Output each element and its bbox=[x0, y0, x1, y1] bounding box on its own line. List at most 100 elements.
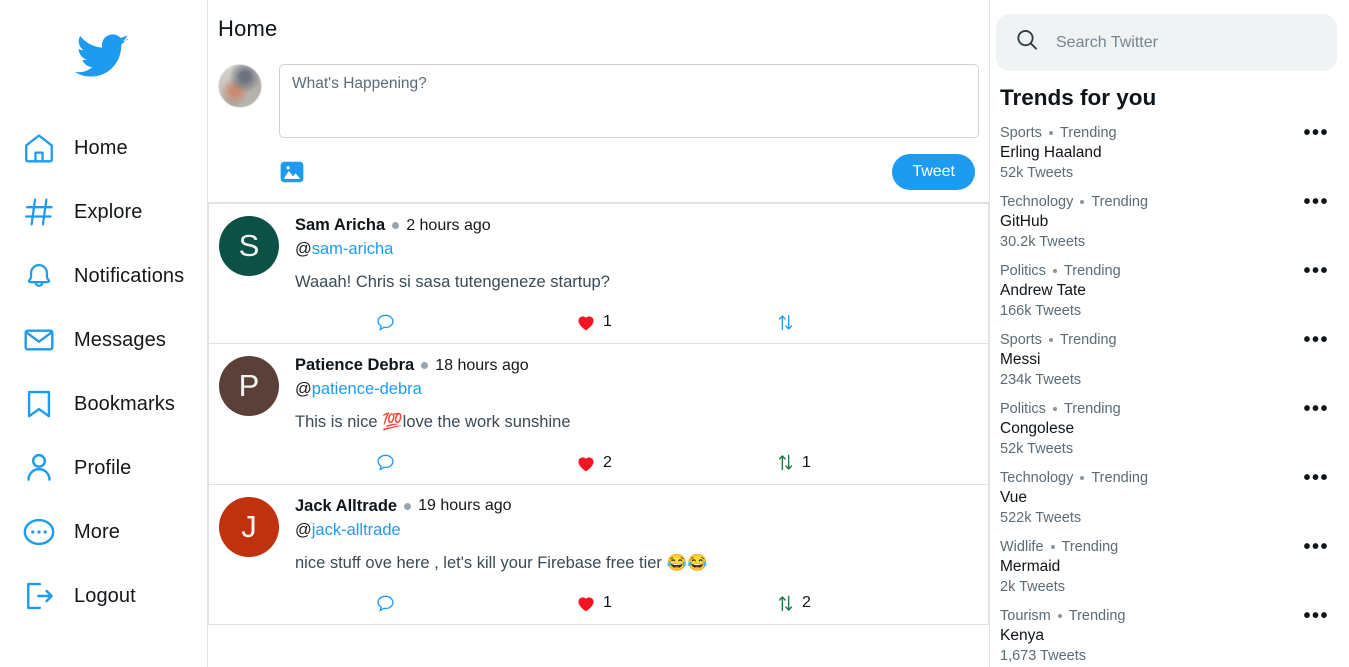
tweet-author-name[interactable]: Patience Debra bbox=[295, 356, 414, 375]
like-button[interactable]: 1 bbox=[575, 592, 775, 614]
trend-item[interactable]: Politics Trending Congolese 52k Tweets •… bbox=[996, 397, 1337, 466]
like-count: 1 bbox=[603, 313, 612, 331]
avatar[interactable]: J bbox=[219, 496, 279, 557]
avatar-initial: J bbox=[241, 508, 257, 544]
sidebar-item-explore[interactable]: Explore bbox=[0, 180, 207, 244]
tweet-handle: @sam-aricha bbox=[295, 240, 978, 259]
trend-item[interactable]: Tourism Trending Kenya 1,673 Tweets ••• bbox=[996, 604, 1337, 667]
trend-count: 522k Tweets bbox=[1000, 510, 1082, 526]
more-options-icon[interactable]: ••• bbox=[1303, 606, 1329, 626]
separator-dot-icon bbox=[1080, 476, 1085, 480]
retweet-icon bbox=[778, 455, 793, 471]
current-user-avatar[interactable] bbox=[218, 64, 262, 108]
trend-meta: Widlife Trending bbox=[1000, 539, 1307, 555]
more-options-icon[interactable]: ••• bbox=[1303, 123, 1329, 143]
trend-item[interactable]: Sports Trending Erling Haaland 52k Tweet… bbox=[996, 121, 1337, 190]
more-options-icon[interactable]: ••• bbox=[1303, 468, 1329, 488]
trend-item[interactable]: Technology Trending GitHub 30.2k Tweets … bbox=[996, 190, 1337, 259]
retweet-button[interactable]: 2 bbox=[775, 593, 811, 614]
more-options-icon[interactable]: ••• bbox=[1303, 399, 1329, 419]
tweet-card: S Sam Aricha 2 hours ago @sam-aricha Waa… bbox=[208, 203, 989, 345]
ellipsis-circle-icon bbox=[20, 513, 58, 551]
trend-item[interactable]: Technology Trending Vue 522k Tweets ••• bbox=[996, 466, 1337, 535]
tweet-card: J Jack Alltrade 19 hours ago @jack-alltr… bbox=[208, 484, 989, 626]
comment-icon bbox=[377, 595, 394, 612]
trend-category: Tourism bbox=[1000, 608, 1051, 624]
search-input[interactable] bbox=[1056, 33, 1319, 52]
search-bar[interactable] bbox=[996, 14, 1337, 71]
more-options-icon[interactable]: ••• bbox=[1303, 192, 1329, 212]
sidebar-item-more[interactable]: More bbox=[0, 500, 207, 564]
retweet-button[interactable]: 1 bbox=[775, 452, 811, 473]
more-options-icon[interactable]: ••• bbox=[1303, 537, 1329, 557]
sidebar-item-label: Explore bbox=[74, 200, 143, 223]
tweet-text-input[interactable] bbox=[279, 64, 979, 138]
trend-meta: Sports Trending bbox=[1000, 125, 1307, 141]
separator-dot-icon bbox=[1057, 614, 1062, 618]
trend-category: Technology bbox=[1000, 470, 1074, 486]
left-sidebar: Home Explore Notifications Messages Book… bbox=[0, 0, 208, 667]
like-button[interactable]: 1 bbox=[575, 311, 775, 333]
reply-button[interactable] bbox=[375, 593, 575, 614]
separator-dot-icon bbox=[392, 222, 400, 229]
trend-count: 52k Tweets bbox=[1000, 441, 1074, 457]
separator-dot-icon bbox=[1052, 407, 1057, 411]
avatar[interactable]: S bbox=[219, 216, 279, 276]
trend-item[interactable]: Widlife Trending Mermaid 2k Tweets ••• bbox=[996, 535, 1337, 604]
like-button[interactable]: 2 bbox=[575, 452, 775, 474]
sidebar-item-messages[interactable]: Messages bbox=[0, 308, 207, 372]
page-title: Home bbox=[218, 16, 278, 41]
tweet-text: This is nice 💯love the work sunshine bbox=[295, 413, 571, 432]
trend-item[interactable]: Sports Trending Messi 234k Tweets ••• bbox=[996, 328, 1337, 397]
separator-dot-icon bbox=[1048, 131, 1053, 135]
separator-dot-icon bbox=[1048, 338, 1053, 342]
more-options-icon[interactable]: ••• bbox=[1303, 330, 1329, 350]
tweet-author-name[interactable]: Sam Aricha bbox=[295, 216, 385, 235]
trend-count: 52k Tweets bbox=[1000, 165, 1074, 181]
image-icon[interactable] bbox=[279, 159, 305, 185]
sidebar-item-label: Profile bbox=[74, 456, 132, 479]
separator-dot-icon bbox=[1050, 545, 1055, 549]
trend-category: Widlife bbox=[1000, 539, 1044, 555]
sidebar-item-logout[interactable]: Logout bbox=[0, 564, 207, 628]
avatar[interactable]: P bbox=[219, 356, 279, 417]
tweet-handle-link[interactable]: jack-alltrade bbox=[312, 521, 401, 539]
tweet-button[interactable]: Tweet bbox=[892, 154, 975, 190]
tweet-actions: 2 1 bbox=[295, 452, 978, 474]
trend-status: Trending bbox=[1059, 332, 1117, 348]
trend-name: Andrew Tate bbox=[1000, 282, 1086, 299]
sidebar-item-notifications[interactable]: Notifications bbox=[0, 244, 207, 308]
tweet-handle-link[interactable]: sam-aricha bbox=[312, 240, 394, 258]
trend-meta: Politics Trending bbox=[1000, 263, 1307, 279]
trend-name: Vue bbox=[1000, 489, 1028, 506]
tweet-header: Jack Alltrade 19 hours ago bbox=[295, 497, 978, 516]
trend-meta: Technology Trending bbox=[1000, 470, 1307, 486]
tweet-text: Waaah! Chris si sasa tutengeneze startup… bbox=[295, 273, 610, 291]
more-options-icon[interactable]: ••• bbox=[1303, 261, 1329, 281]
tweet-handle-link[interactable]: patience-debra bbox=[312, 380, 422, 398]
trend-item[interactable]: Politics Trending Andrew Tate 166k Tweet… bbox=[996, 259, 1337, 328]
tweet-actions: 1 2 bbox=[295, 592, 978, 614]
right-sidebar: Trends for you Sports Trending Erling Ha… bbox=[990, 0, 1349, 667]
envelope-icon bbox=[20, 321, 58, 359]
retweet-icon bbox=[778, 595, 793, 612]
tweet-author-name[interactable]: Jack Alltrade bbox=[295, 497, 397, 516]
trend-status: Trending bbox=[1063, 263, 1121, 279]
tweet-body: Sam Aricha 2 hours ago @sam-aricha Waaah… bbox=[295, 216, 978, 333]
retweet-count: 2 bbox=[802, 594, 811, 612]
separator-dot-icon bbox=[421, 362, 429, 370]
separator-dot-icon bbox=[1080, 200, 1085, 204]
bookmark-icon bbox=[20, 385, 58, 423]
trend-name: GitHub bbox=[1000, 213, 1049, 230]
tweet-card: P Patience Debra 18 hours ago @patience-… bbox=[208, 344, 989, 485]
twitter-bird-icon[interactable] bbox=[0, 34, 130, 80]
sidebar-item-profile[interactable]: Profile bbox=[0, 436, 207, 500]
tweet-timestamp: 18 hours ago bbox=[435, 356, 529, 374]
sidebar-item-bookmarks[interactable]: Bookmarks bbox=[0, 372, 207, 436]
retweet-button[interactable] bbox=[775, 312, 802, 333]
sidebar-item-home[interactable]: Home bbox=[0, 116, 207, 180]
reply-button[interactable] bbox=[375, 312, 575, 333]
trend-meta: Technology Trending bbox=[1000, 194, 1307, 210]
reply-button[interactable] bbox=[375, 452, 575, 473]
trend-status: Trending bbox=[1091, 470, 1149, 486]
